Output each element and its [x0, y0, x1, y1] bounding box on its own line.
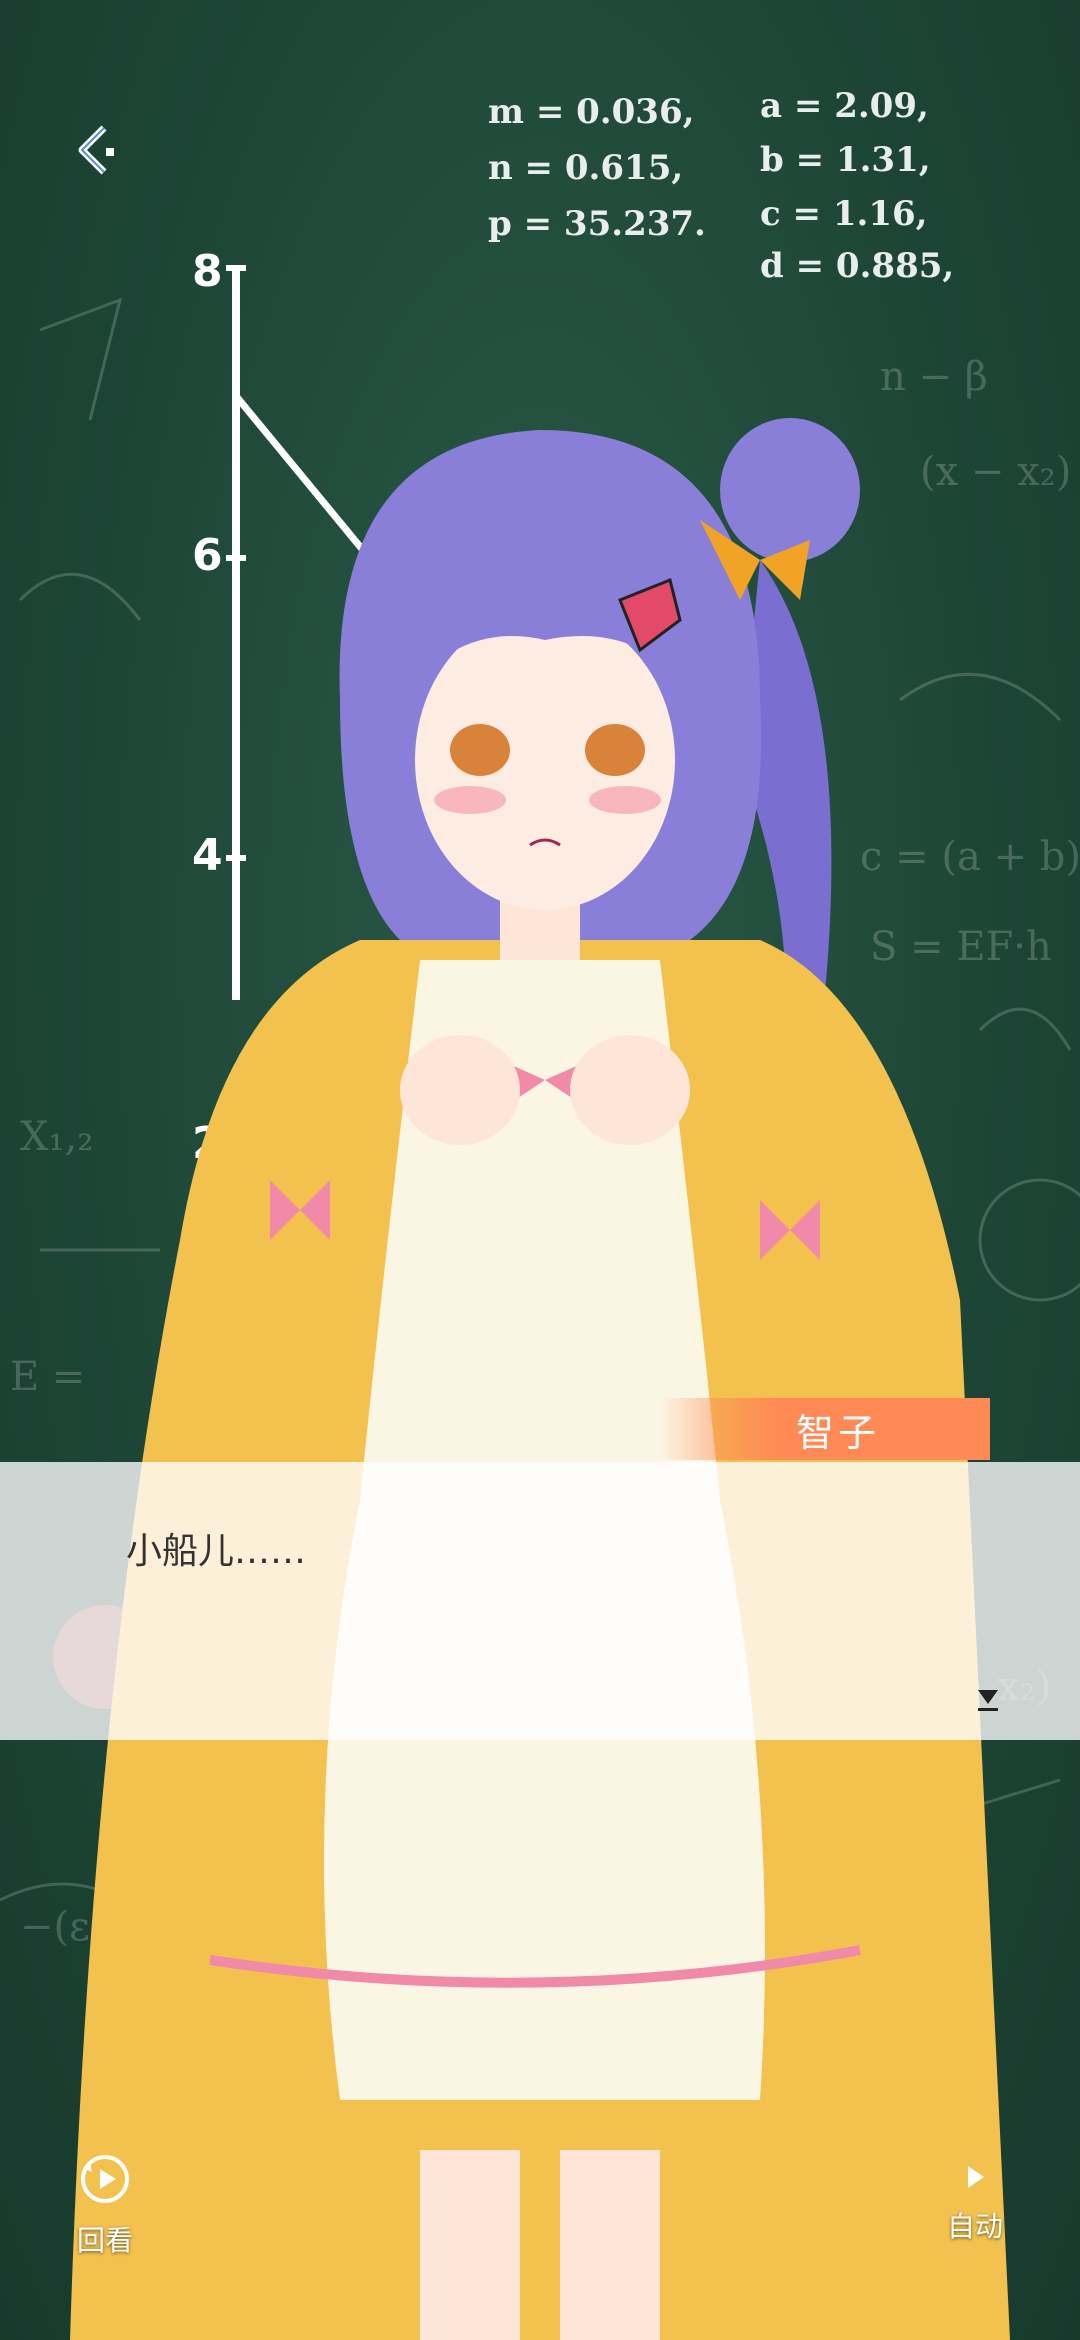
next-page-icon[interactable] — [976, 1686, 1000, 1714]
review-button[interactable]: 回看 — [70, 2152, 140, 2259]
review-label: 回看 — [76, 2224, 133, 2257]
play-icon — [968, 2166, 984, 2188]
replay-icon — [81, 2155, 129, 2203]
game-scene: n − β (x − x₂) S = EF·h c = (a + b)/2 X₁… — [0, 0, 1080, 2340]
character-sprite — [70, 418, 1010, 2340]
speaker-name-plate: 智子 — [660, 1398, 990, 1460]
auto-button[interactable]: 自动 — [940, 2162, 1010, 2245]
dialog-box[interactable]: 小船儿…… — [0, 1462, 1080, 1740]
dialog-text: 小船儿…… — [126, 1531, 307, 1572]
back-arrow-icon[interactable] — [74, 122, 130, 178]
auto-label: 自动 — [946, 2210, 1003, 2243]
speaker-name: 智子 — [795, 1410, 880, 1455]
